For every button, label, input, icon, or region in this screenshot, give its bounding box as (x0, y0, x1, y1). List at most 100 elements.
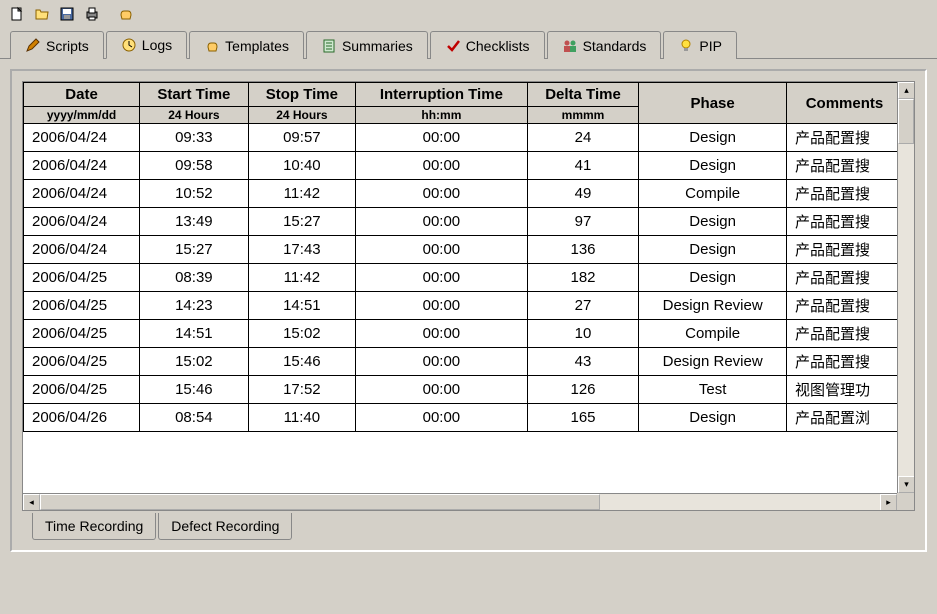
vscroll-track[interactable] (898, 99, 914, 476)
cell-delta[interactable]: 136 (527, 236, 639, 264)
cell-phase[interactable]: Design (639, 152, 787, 180)
cell-delta[interactable]: 24 (527, 124, 639, 152)
cell-date[interactable]: 2006/04/25 (24, 376, 140, 404)
cell-comment[interactable]: 产品配置搜 (786, 152, 897, 180)
cell-stop[interactable]: 17:52 (248, 376, 355, 404)
cell-delta[interactable]: 182 (527, 264, 639, 292)
cell-date[interactable]: 2006/04/25 (24, 292, 140, 320)
tab-templates[interactable]: Templates (189, 31, 304, 59)
cell-int[interactable]: 00:00 (356, 236, 528, 264)
table-row[interactable]: 2006/04/2514:2314:5100:0027Design Review… (24, 292, 898, 320)
table-row[interactable]: 2006/04/2508:3911:4200:00182Design产品配置搜 (24, 264, 898, 292)
cell-phase[interactable]: Compile (639, 180, 787, 208)
cell-comment[interactable]: 视图管理功 (786, 376, 897, 404)
cell-date[interactable]: 2006/04/24 (24, 208, 140, 236)
table-row[interactable]: 2006/04/2409:3309:5700:0024Design产品配置搜 (24, 124, 898, 152)
cell-comment[interactable]: 产品配置搜 (786, 208, 897, 236)
cell-date[interactable]: 2006/04/24 (24, 236, 140, 264)
cell-phase[interactable]: Design (639, 208, 787, 236)
cell-int[interactable]: 00:00 (356, 124, 528, 152)
scroll-right-button[interactable]: ▸ (880, 494, 897, 511)
table-row[interactable]: 2006/04/2515:0215:4600:0043Design Review… (24, 348, 898, 376)
cell-stop[interactable]: 15:27 (248, 208, 355, 236)
table-row[interactable]: 2006/04/2514:5115:0200:0010Compile产品配置搜 (24, 320, 898, 348)
cell-stop[interactable]: 09:57 (248, 124, 355, 152)
new-button[interactable] (5, 3, 29, 25)
cell-stop[interactable]: 11:42 (248, 264, 355, 292)
cell-start[interactable]: 13:49 (140, 208, 249, 236)
hscroll-track[interactable] (40, 494, 880, 510)
table-row[interactable]: 2006/04/2409:5810:4000:0041Design产品配置搜 (24, 152, 898, 180)
scroll-down-button[interactable]: ▾ (898, 476, 915, 493)
table-row[interactable]: 2006/04/2413:4915:2700:0097Design产品配置搜 (24, 208, 898, 236)
vertical-scrollbar[interactable]: ▴ ▾ (897, 82, 914, 493)
cell-delta[interactable]: 41 (527, 152, 639, 180)
cell-int[interactable]: 00:00 (356, 292, 528, 320)
cell-comment[interactable]: 产品配置搜 (786, 348, 897, 376)
cell-start[interactable]: 09:33 (140, 124, 249, 152)
cell-int[interactable]: 00:00 (356, 348, 528, 376)
cell-comment[interactable]: 产品配置搜 (786, 180, 897, 208)
cell-comment[interactable]: 产品配置搜 (786, 124, 897, 152)
cell-delta[interactable]: 126 (527, 376, 639, 404)
cell-comment[interactable]: 产品配置搜 (786, 264, 897, 292)
run-button[interactable] (114, 3, 138, 25)
hscroll-thumb[interactable] (40, 494, 600, 510)
table-row[interactable]: 2006/04/2608:5411:4000:00165Design产品配置浏 (24, 404, 898, 432)
table-row[interactable]: 2006/04/2515:4617:5200:00126Test视图管理功 (24, 376, 898, 404)
cell-phase[interactable]: Design Review (639, 292, 787, 320)
cell-delta[interactable]: 10 (527, 320, 639, 348)
vscroll-thumb[interactable] (898, 99, 914, 144)
cell-int[interactable]: 00:00 (356, 404, 528, 432)
cell-delta[interactable]: 97 (527, 208, 639, 236)
cell-start[interactable]: 15:27 (140, 236, 249, 264)
cell-date[interactable]: 2006/04/24 (24, 152, 140, 180)
cell-delta[interactable]: 43 (527, 348, 639, 376)
table-row[interactable]: 2006/04/2410:5211:4200:0049Compile产品配置搜 (24, 180, 898, 208)
cell-int[interactable]: 00:00 (356, 152, 528, 180)
cell-date[interactable]: 2006/04/26 (24, 404, 140, 432)
cell-start[interactable]: 09:58 (140, 152, 249, 180)
cell-phase[interactable]: Test (639, 376, 787, 404)
horizontal-scrollbar[interactable]: ◂ ▸ (23, 493, 897, 510)
cell-int[interactable]: 00:00 (356, 180, 528, 208)
tab-summaries[interactable]: Summaries (306, 31, 428, 59)
cell-phase[interactable]: Compile (639, 320, 787, 348)
bottom-tab-time-recording[interactable]: Time Recording (32, 513, 156, 540)
tab-checklists[interactable]: Checklists (430, 31, 545, 59)
bottom-tab-defect-recording[interactable]: Defect Recording (158, 513, 292, 540)
cell-start[interactable]: 15:46 (140, 376, 249, 404)
cell-comment[interactable]: 产品配置浏 (786, 404, 897, 432)
cell-start[interactable]: 08:39 (140, 264, 249, 292)
scroll-up-button[interactable]: ▴ (898, 82, 915, 99)
cell-comment[interactable]: 产品配置搜 (786, 236, 897, 264)
tab-logs[interactable]: Logs (106, 31, 187, 59)
cell-delta[interactable]: 165 (527, 404, 639, 432)
cell-phase[interactable]: Design (639, 264, 787, 292)
cell-int[interactable]: 00:00 (356, 320, 528, 348)
save-button[interactable] (55, 3, 79, 25)
cell-stop[interactable]: 14:51 (248, 292, 355, 320)
tab-standards[interactable]: Standards (547, 31, 662, 59)
cell-date[interactable]: 2006/04/25 (24, 348, 140, 376)
cell-start[interactable]: 14:23 (140, 292, 249, 320)
cell-int[interactable]: 00:00 (356, 264, 528, 292)
table-row[interactable]: 2006/04/2415:2717:4300:00136Design产品配置搜 (24, 236, 898, 264)
open-button[interactable] (30, 3, 54, 25)
cell-start[interactable]: 08:54 (140, 404, 249, 432)
cell-stop[interactable]: 10:40 (248, 152, 355, 180)
cell-stop[interactable]: 17:43 (248, 236, 355, 264)
cell-comment[interactable]: 产品配置搜 (786, 320, 897, 348)
cell-start[interactable]: 15:02 (140, 348, 249, 376)
cell-stop[interactable]: 11:42 (248, 180, 355, 208)
cell-comment[interactable]: 产品配置搜 (786, 292, 897, 320)
cell-date[interactable]: 2006/04/24 (24, 180, 140, 208)
cell-int[interactable]: 00:00 (356, 208, 528, 236)
cell-date[interactable]: 2006/04/24 (24, 124, 140, 152)
cell-stop[interactable]: 15:02 (248, 320, 355, 348)
cell-stop[interactable]: 15:46 (248, 348, 355, 376)
cell-date[interactable]: 2006/04/25 (24, 320, 140, 348)
print-button[interactable] (80, 3, 104, 25)
cell-delta[interactable]: 49 (527, 180, 639, 208)
cell-stop[interactable]: 11:40 (248, 404, 355, 432)
